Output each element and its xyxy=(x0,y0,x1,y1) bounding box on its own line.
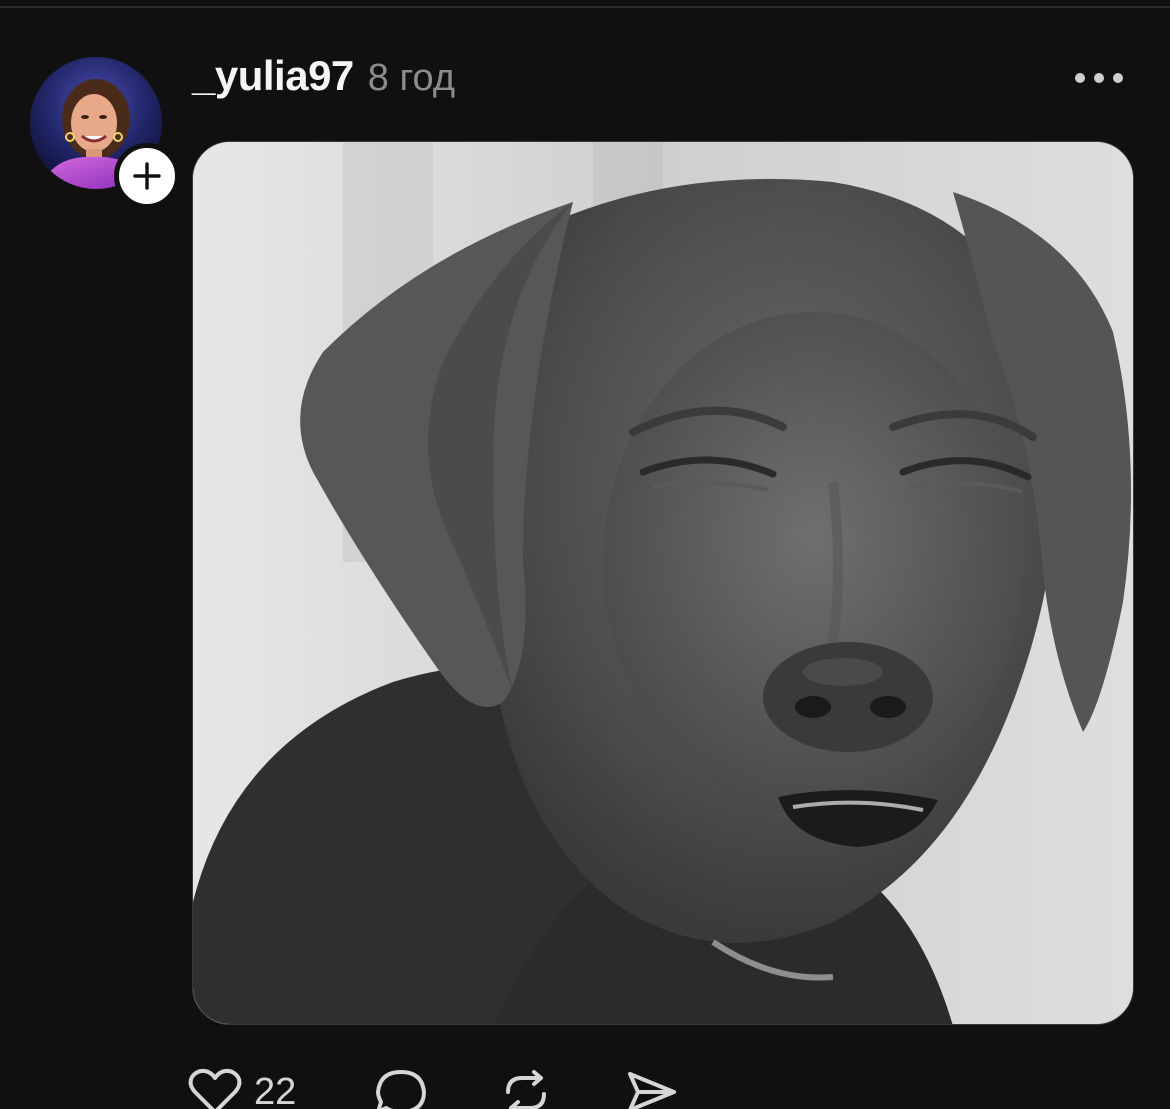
repost-icon xyxy=(506,1070,546,1109)
follow-button[interactable] xyxy=(114,143,180,209)
username[interactable]: _yulia97 xyxy=(192,52,354,100)
post-image[interactable] xyxy=(192,141,1134,1025)
send-icon xyxy=(628,1072,676,1109)
like-button[interactable]: 22 xyxy=(188,1068,314,1109)
heart-icon xyxy=(188,1068,242,1109)
dog-photo xyxy=(193,142,1133,1024)
post-timestamp: 8 год xyxy=(367,57,455,99)
post-actions: 22 xyxy=(188,1062,680,1109)
avatar-container[interactable] xyxy=(30,57,180,209)
reply-button[interactable] xyxy=(374,1068,428,1109)
more-options-button[interactable] xyxy=(1068,60,1130,96)
post-header: _yulia97 8 год xyxy=(192,52,455,108)
plus-icon xyxy=(133,162,161,190)
more-horizontal-icon xyxy=(1075,73,1123,83)
top-divider xyxy=(0,6,1170,8)
like-count: 22 xyxy=(254,1070,297,1109)
comment-icon xyxy=(376,1070,426,1109)
share-button[interactable] xyxy=(624,1068,680,1109)
threads-post: _yulia97 8 год 22 xyxy=(0,0,1170,1109)
repost-button[interactable] xyxy=(498,1068,554,1109)
